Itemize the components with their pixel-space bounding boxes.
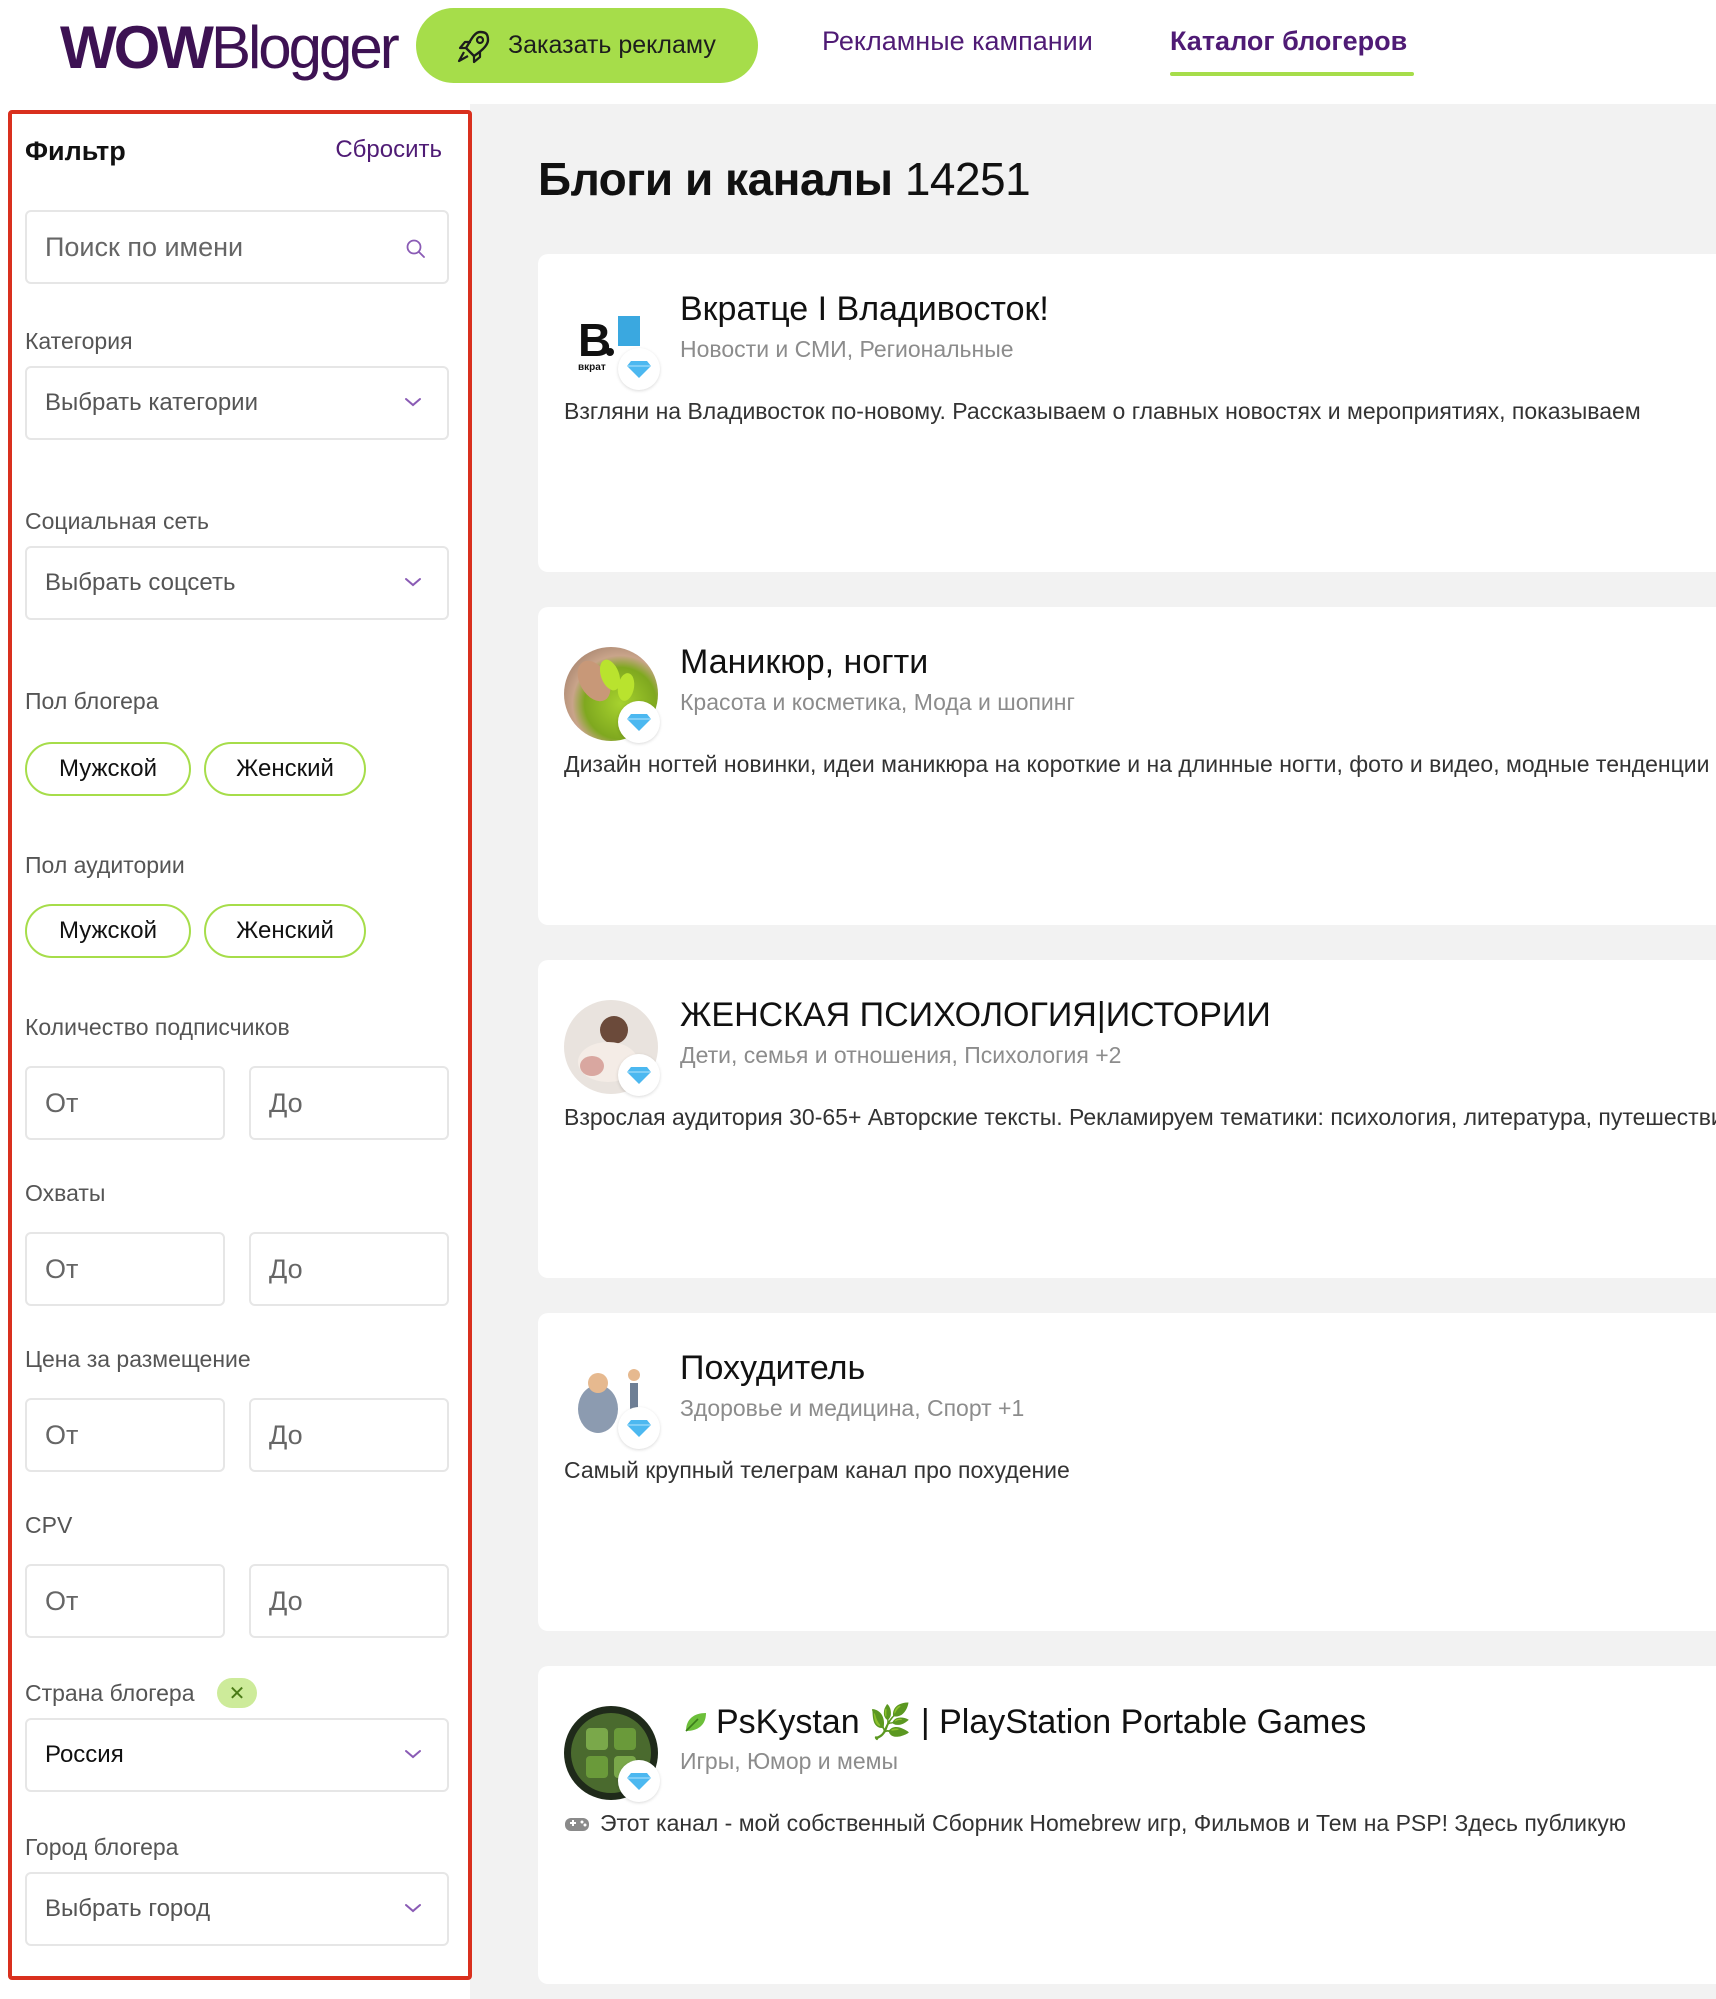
search-placeholder: Поиск по имени <box>45 231 244 262</box>
blog-count: 14251 <box>904 153 1031 205</box>
reach-to[interactable]: До <box>249 1232 449 1306</box>
order-ad-button[interactable]: Заказать рекламу <box>416 8 758 83</box>
search-icon <box>406 239 425 258</box>
nav-ad-campaigns[interactable]: Рекламные кампании <box>822 26 1093 57</box>
price-label: Цена за размещение <box>25 1346 251 1372</box>
filter-sidebar: Фильтр Сбросить Поиск по имени Категория… <box>8 110 472 1980</box>
country-label: Страна блогера <box>25 1680 195 1706</box>
blog-name: ЖЕНСКАЯ ПСИХОЛОГИЯ|ИСТОРИИ <box>680 996 1271 1034</box>
blog-card[interactable]: B вкрат Вкратце I Владивосток! Новости и… <box>538 254 1716 572</box>
blog-name: Похудитель <box>680 1349 866 1387</box>
top-header: WOW Blogger Заказать рекламу Рекламные к… <box>0 0 1716 104</box>
cpv-from[interactable]: От <box>25 1564 225 1638</box>
reach-label: Охваты <box>25 1180 106 1206</box>
social-select[interactable]: Выбрать соцсеть <box>25 546 449 620</box>
blog-name-text: PsKystan 🌿 | PlayStation Portable Games <box>716 1703 1367 1741</box>
blog-description: Этот канал - мой собственный Сборник Hom… <box>564 1810 1716 1837</box>
city-placeholder: Выбрать город <box>45 1895 211 1922</box>
reach-from[interactable]: От <box>25 1232 225 1306</box>
blogger-gender-label: Пол блогера <box>25 688 159 714</box>
blog-categories: Дети, семья и отношения, Психология +2 <box>680 1042 1122 1068</box>
city-label: Город блогера <box>25 1834 179 1860</box>
blogger-gender-female[interactable]: Женский <box>204 742 366 796</box>
blog-card[interactable]: PsKystan 🌿 | PlayStation Portable Games … <box>538 1666 1716 1984</box>
audience-gender-label: Пол аудитории <box>25 852 185 878</box>
chevron-down-icon <box>405 1904 421 1913</box>
price-to[interactable]: До <box>249 1398 449 1472</box>
social-placeholder: Выбрать соцсеть <box>45 569 236 596</box>
cpv-label: CPV <box>25 1512 73 1538</box>
social-label: Социальная сеть <box>25 508 209 534</box>
subscribers-label: Количество подписчиков <box>25 1014 290 1040</box>
gamepad-icon <box>565 1818 589 1831</box>
blog-card[interactable]: ЖЕНСКАЯ ПСИХОЛОГИЯ|ИСТОРИИ Дети, семья и… <box>538 960 1716 1278</box>
blog-description: Самый крупный телеграм канал про похуден… <box>564 1457 1070 1483</box>
diamond-icon <box>618 701 660 743</box>
page-title: Блоги и каналы 14251 <box>538 152 1031 206</box>
subscribers-from[interactable]: От <box>25 1066 225 1140</box>
logo-wow: WOW <box>60 13 214 81</box>
clear-country-icon[interactable]: ✕ <box>217 1678 257 1708</box>
blog-name: PsKystan 🌿 | PlayStation Portable Games <box>680 1702 1366 1742</box>
diamond-icon <box>618 1407 660 1449</box>
chevron-down-icon <box>405 398 421 407</box>
price-from[interactable]: От <box>25 1398 225 1472</box>
order-ad-label: Заказать рекламу <box>508 31 716 59</box>
diamond-icon <box>618 348 660 390</box>
blog-name: Вкратце I Владивосток! <box>680 290 1049 328</box>
blog-description: Взрослая аудитория 30-65+ Авторские текс… <box>564 1104 1716 1130</box>
svg-text:B: B <box>578 314 611 366</box>
blog-categories: Красота и косметика, Мода и шопинг <box>680 689 1075 715</box>
blog-description: Дизайн ногтей новинки, идеи маникюра на … <box>564 751 1710 777</box>
subscribers-to[interactable]: До <box>249 1066 449 1140</box>
filter-title: Фильтр <box>25 136 126 166</box>
blogger-gender-male[interactable]: Мужской <box>25 742 191 796</box>
rocket-icon <box>457 30 490 63</box>
svg-text:вкрат: вкрат <box>578 362 606 373</box>
chevron-down-icon <box>405 1750 421 1759</box>
blog-description-text: Этот канал - мой собственный Сборник Hom… <box>600 1810 1627 1836</box>
nav-active-underline <box>1170 72 1414 76</box>
logo-blogger: Blogger <box>210 13 400 81</box>
blog-categories: Новости и СМИ, Региональные <box>680 336 1014 362</box>
audience-gender-female[interactable]: Женский <box>204 904 366 958</box>
blog-categories: Игры, Юмор и мемы <box>680 1748 898 1774</box>
diamond-icon <box>618 1054 660 1096</box>
page-title-text: Блоги и каналы <box>538 153 893 205</box>
blog-categories: Здоровье и медицина, Спорт +1 <box>680 1395 1025 1421</box>
country-select[interactable]: Россия <box>25 1718 449 1792</box>
country-value: Россия <box>45 1741 124 1768</box>
blog-description: Взгляни на Владивосток по-новому. Расска… <box>564 398 1641 424</box>
leaf-icon <box>685 1713 706 1732</box>
category-select[interactable]: Выбрать категории <box>25 366 449 440</box>
blog-name: Маникюр, ногти <box>680 643 929 681</box>
reset-button[interactable]: Сбросить <box>335 136 442 164</box>
search-input[interactable]: Поиск по имени <box>25 210 449 284</box>
cpv-to[interactable]: До <box>249 1564 449 1638</box>
category-placeholder: Выбрать категории <box>45 389 258 416</box>
blog-card[interactable]: Похудитель Здоровье и медицина, Спорт +1… <box>538 1313 1716 1631</box>
diamond-icon <box>618 1760 660 1802</box>
blog-card[interactable]: Маникюр, ногти Красота и косметика, Мода… <box>538 607 1716 925</box>
wowblogger-logo[interactable]: WOW Blogger <box>60 12 400 82</box>
category-label: Категория <box>25 328 133 354</box>
nav-blogger-catalog[interactable]: Каталог блогеров <box>1170 26 1407 57</box>
city-select[interactable]: Выбрать город <box>25 1872 449 1946</box>
chevron-down-icon <box>405 578 421 587</box>
audience-gender-male[interactable]: Мужской <box>25 904 191 958</box>
